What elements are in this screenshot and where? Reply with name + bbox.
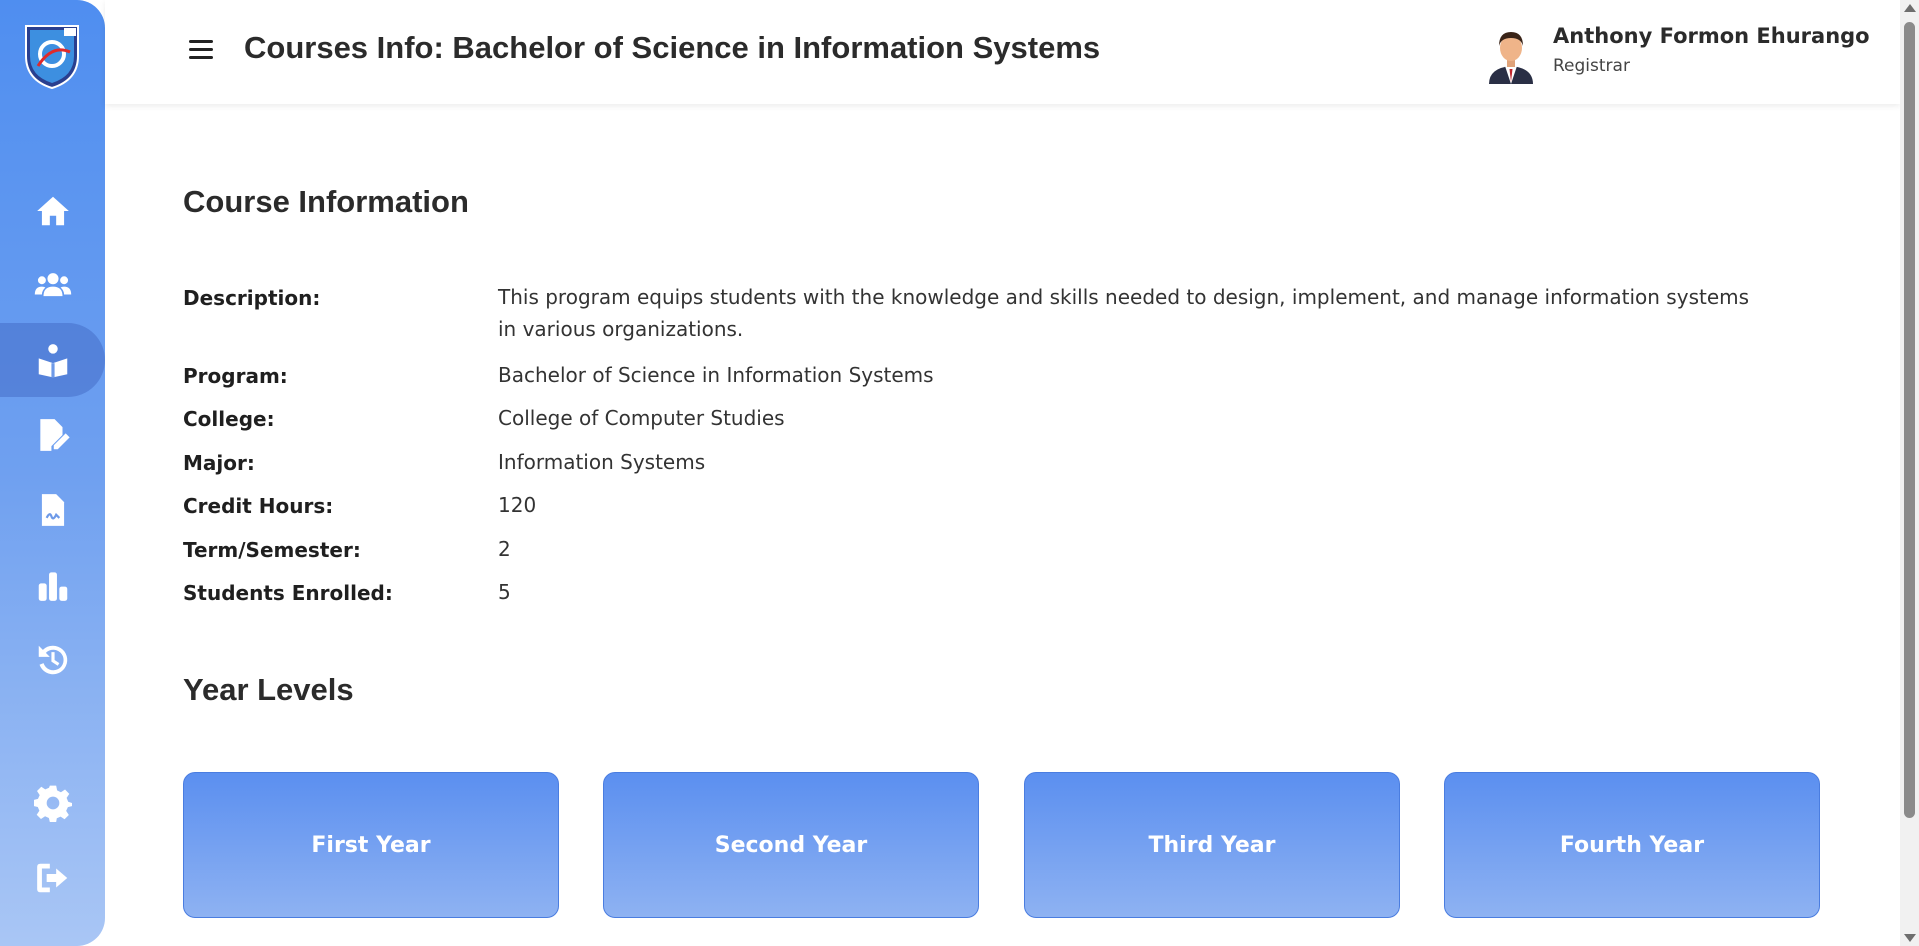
vertical-scrollbar[interactable] [1900,0,1919,946]
info-value: 2 [498,537,511,561]
university-logo [20,22,84,90]
users-icon [34,273,71,297]
file-edit-icon [39,419,70,451]
year-card-label: Second Year [714,832,868,858]
logout-icon [36,863,67,893]
nav-reports[interactable] [0,548,105,622]
year-card-third[interactable]: Third Year [1024,772,1400,918]
info-value: Bachelor of Science in Information Syste… [498,363,934,387]
file-signature-icon [41,494,64,526]
user-avatar[interactable] [1483,24,1539,84]
sidebar [0,0,105,946]
course-information-heading: Course Information [183,184,469,219]
info-label: Students Enrolled: [183,581,393,605]
year-card-label: First Year [311,832,431,858]
info-label: Major: [183,451,255,475]
info-label: Credit Hours: [183,494,334,518]
year-card-fourth[interactable]: Fourth Year [1444,772,1820,918]
scroll-down-arrow-icon[interactable] [1904,934,1916,942]
info-label: Description: [183,286,321,310]
user-name: Anthony Formon Ehurango [1553,24,1870,48]
year-card-label: Fourth Year [1559,832,1705,858]
top-header: Courses Info: Bachelor of Science in Inf… [105,0,1900,104]
bar-chart-icon [38,572,67,601]
info-value: 120 [498,493,537,517]
info-value: College of Computer Studies [498,406,785,430]
year-card-second[interactable]: Second Year [603,772,979,918]
year-card-first[interactable]: First Year [183,772,559,918]
nav-home[interactable] [0,174,105,248]
nav-users[interactable] [0,248,105,322]
info-value: Information Systems [498,450,706,474]
nav-logout[interactable] [0,841,105,915]
info-label: Program: [183,364,288,388]
nav-history[interactable] [0,623,105,697]
scrollbar-thumb[interactable] [1904,22,1915,818]
reading-icon [38,344,67,378]
year-levels-heading: Year Levels [183,672,354,707]
hamburger-menu-icon[interactable] [185,35,217,67]
page-title: Courses Info: Bachelor of Science in Inf… [244,30,1101,65]
info-value: This program equips students with the kn… [498,285,1750,341]
gear-icon [33,785,72,822]
home-icon [36,196,69,226]
history-icon [38,645,67,675]
info-value: 5 [498,580,511,604]
nav-courses[interactable] [0,323,105,397]
user-role: Registrar [1553,56,1630,76]
scroll-up-arrow-icon[interactable] [1904,4,1916,12]
nav-file-report[interactable] [0,473,105,547]
nav-settings[interactable] [0,766,105,840]
nav-file-edit[interactable] [0,398,105,472]
info-label: Term/Semester: [183,538,361,562]
info-label: College: [183,407,275,431]
year-card-label: Third Year [1148,832,1276,858]
